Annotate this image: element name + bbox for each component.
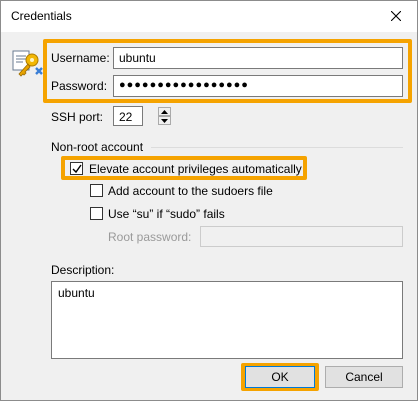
port-decrement-button[interactable] [158,116,171,125]
elevate-label[interactable]: Elevate account privileges automatically [89,162,302,176]
root-password-input[interactable] [200,226,403,247]
add-sudoers-checkbox[interactable] [90,184,103,197]
use-su-checkbox[interactable] [90,207,103,220]
ssh-port-input[interactable]: 22 [113,106,143,126]
checkmark-icon [72,164,82,174]
description-label: Description: [51,263,115,277]
title-bar: Credentials [1,1,417,32]
port-increment-button[interactable] [158,107,171,116]
ssh-port-label: SSH port: [51,110,104,124]
password-input[interactable]: ●●●●●●●●●●●●●●●●● [113,75,403,97]
elevate-checkbox[interactable] [70,162,83,175]
arrow-up-icon [161,109,168,114]
username-label: Username: [51,51,110,65]
close-icon [391,11,401,21]
password-label: Password: [51,79,108,93]
window-title: Credentials [11,9,72,23]
root-password-label: Root password: [108,230,192,244]
add-sudoers-label[interactable]: Add account to the sudoers file [108,184,273,198]
key-certificate-icon [12,50,43,77]
non-root-group-title: Non-root account [51,140,144,154]
cancel-button[interactable]: Cancel [325,366,403,388]
arrow-down-icon [161,118,168,123]
group-divider [151,147,403,148]
close-button[interactable] [377,2,415,30]
description-textarea[interactable]: ubuntu [51,281,403,359]
use-su-label[interactable]: Use “su” if “sudo” fails [108,207,225,221]
ok-button[interactable]: OK [245,366,315,388]
credentials-dialog: Credentials Username: ubuntu Password: ●… [0,0,418,401]
username-input[interactable]: ubuntu [113,47,403,69]
